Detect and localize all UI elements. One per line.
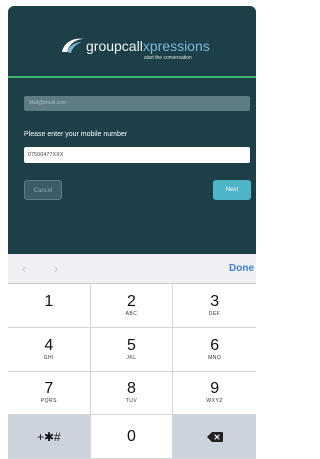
- next-button[interactable]: Next: [213, 180, 251, 200]
- key-0[interactable]: 0: [90, 415, 174, 459]
- key-letters: GHI: [43, 354, 55, 361]
- backspace-key[interactable]: [173, 415, 256, 459]
- key-8[interactable]: 8 TUV: [90, 371, 174, 416]
- key-digit: 4: [44, 336, 54, 354]
- key-7[interactable]: 7 PQRS: [8, 371, 91, 416]
- app-logo: groupcallxpressions start the conversati…: [60, 34, 240, 70]
- key-5[interactable]: 5 JKL: [90, 327, 174, 372]
- key-9[interactable]: 9 WXYZ: [173, 371, 256, 416]
- key-digit: 5: [127, 336, 136, 354]
- key-2[interactable]: 2 ABC: [90, 284, 174, 328]
- key-digit: 9: [210, 380, 220, 398]
- key-digit: 1: [44, 292, 54, 310]
- previous-field-icon[interactable]: ‹: [22, 261, 26, 276]
- key-letters: TUV: [125, 398, 138, 405]
- keyboard-toolbar: ‹ › Done: [8, 254, 256, 284]
- key-digit: 6: [210, 336, 220, 354]
- key-1[interactable]: 1: [8, 284, 91, 328]
- phone-screen: groupcallxpressions start the conversati…: [0, 0, 259, 459]
- key-6[interactable]: 6 MNO: [173, 327, 256, 372]
- key-letters: JKL: [126, 354, 137, 361]
- tagline: start the conversation: [144, 55, 192, 61]
- logo-text-white: groupcall: [86, 38, 143, 54]
- key-letters: PQRS: [40, 398, 57, 405]
- logo-text: groupcallxpressions: [86, 38, 210, 54]
- key-letters: ABC: [125, 310, 138, 317]
- symbols-label: +✱#: [36, 429, 61, 444]
- app-panel: groupcallxpressions start the conversati…: [8, 6, 256, 254]
- key-digit: 8: [127, 380, 136, 398]
- key-4[interactable]: 4 GHI: [8, 327, 91, 372]
- key-digit: 3: [210, 292, 220, 310]
- cancel-button[interactable]: Cancel: [24, 180, 62, 200]
- key-letters: DEF: [208, 310, 221, 317]
- swoosh-icon: [62, 38, 84, 53]
- key-letters: MNO: [208, 354, 222, 361]
- key-digit: 0: [127, 427, 136, 445]
- logo-text-blue: xpressions: [142, 38, 210, 54]
- email-field[interactable]: Mail@email.com: [24, 96, 250, 111]
- mobile-prompt: Please enter your mobile number: [24, 131, 128, 138]
- key-digit: 2: [127, 292, 136, 310]
- next-field-icon[interactable]: ›: [54, 261, 58, 276]
- key-letters: WXYZ: [206, 398, 223, 405]
- backspace-icon: [206, 431, 223, 442]
- done-button[interactable]: Done: [229, 263, 254, 274]
- key-digit: 7: [44, 380, 54, 398]
- numeric-keypad: 1 2 ABC 3 DEF 4 GHI 5 JKL 6 MNO 7 PQRS 8: [8, 284, 256, 459]
- mobile-number-field[interactable]: 07500477XXX: [24, 147, 250, 163]
- key-3[interactable]: 3 DEF: [173, 284, 256, 328]
- symbols-key[interactable]: +✱#: [8, 415, 91, 459]
- divider: [8, 76, 256, 78]
